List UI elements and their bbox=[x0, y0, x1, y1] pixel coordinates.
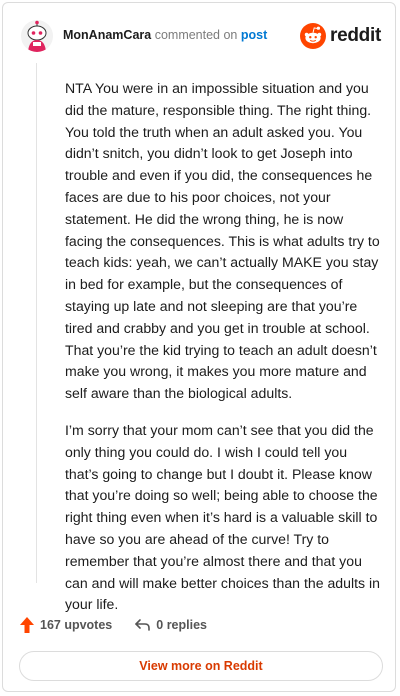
comment-paragraph: NTA You were in an impossible situation … bbox=[65, 80, 380, 402]
comment-paragraph: I’m sorry that your mom can’t see that y… bbox=[65, 421, 380, 613]
replies-button[interactable]: 0 replies bbox=[134, 618, 207, 632]
thread-line bbox=[36, 63, 37, 583]
reddit-wordmark: reddit bbox=[330, 25, 381, 46]
avatar-icon bbox=[21, 20, 53, 52]
post-link[interactable]: post bbox=[241, 28, 267, 42]
commented-on-text: commented on bbox=[154, 28, 238, 42]
view-more-label: View more on Reddit bbox=[139, 659, 263, 673]
upvote-button[interactable]: 167 upvotes bbox=[19, 616, 112, 634]
reddit-logo-icon bbox=[300, 23, 327, 49]
reddit-brand[interactable]: reddit bbox=[300, 23, 381, 49]
replies-count: 0 replies bbox=[156, 618, 207, 632]
comment-embed-card: MonAnamCara commented on post reddit NTA… bbox=[2, 2, 396, 692]
reply-arrow-icon bbox=[135, 619, 151, 631]
author-line: MonAnamCara commented on post bbox=[63, 28, 267, 42]
upvotes-count: 167 upvotes bbox=[40, 618, 113, 632]
user-avatar[interactable] bbox=[21, 20, 53, 52]
comment-body: NTA You were in an impossible situation … bbox=[65, 78, 383, 631]
upvote-arrow-icon bbox=[20, 617, 34, 633]
author-name[interactable]: MonAnamCara bbox=[63, 28, 151, 42]
comment-actions: 167 upvotes 0 replies bbox=[19, 615, 229, 635]
view-more-on-reddit-button[interactable]: View more on Reddit bbox=[19, 651, 383, 681]
comment-header: MonAnamCara commented on post reddit bbox=[21, 19, 381, 55]
